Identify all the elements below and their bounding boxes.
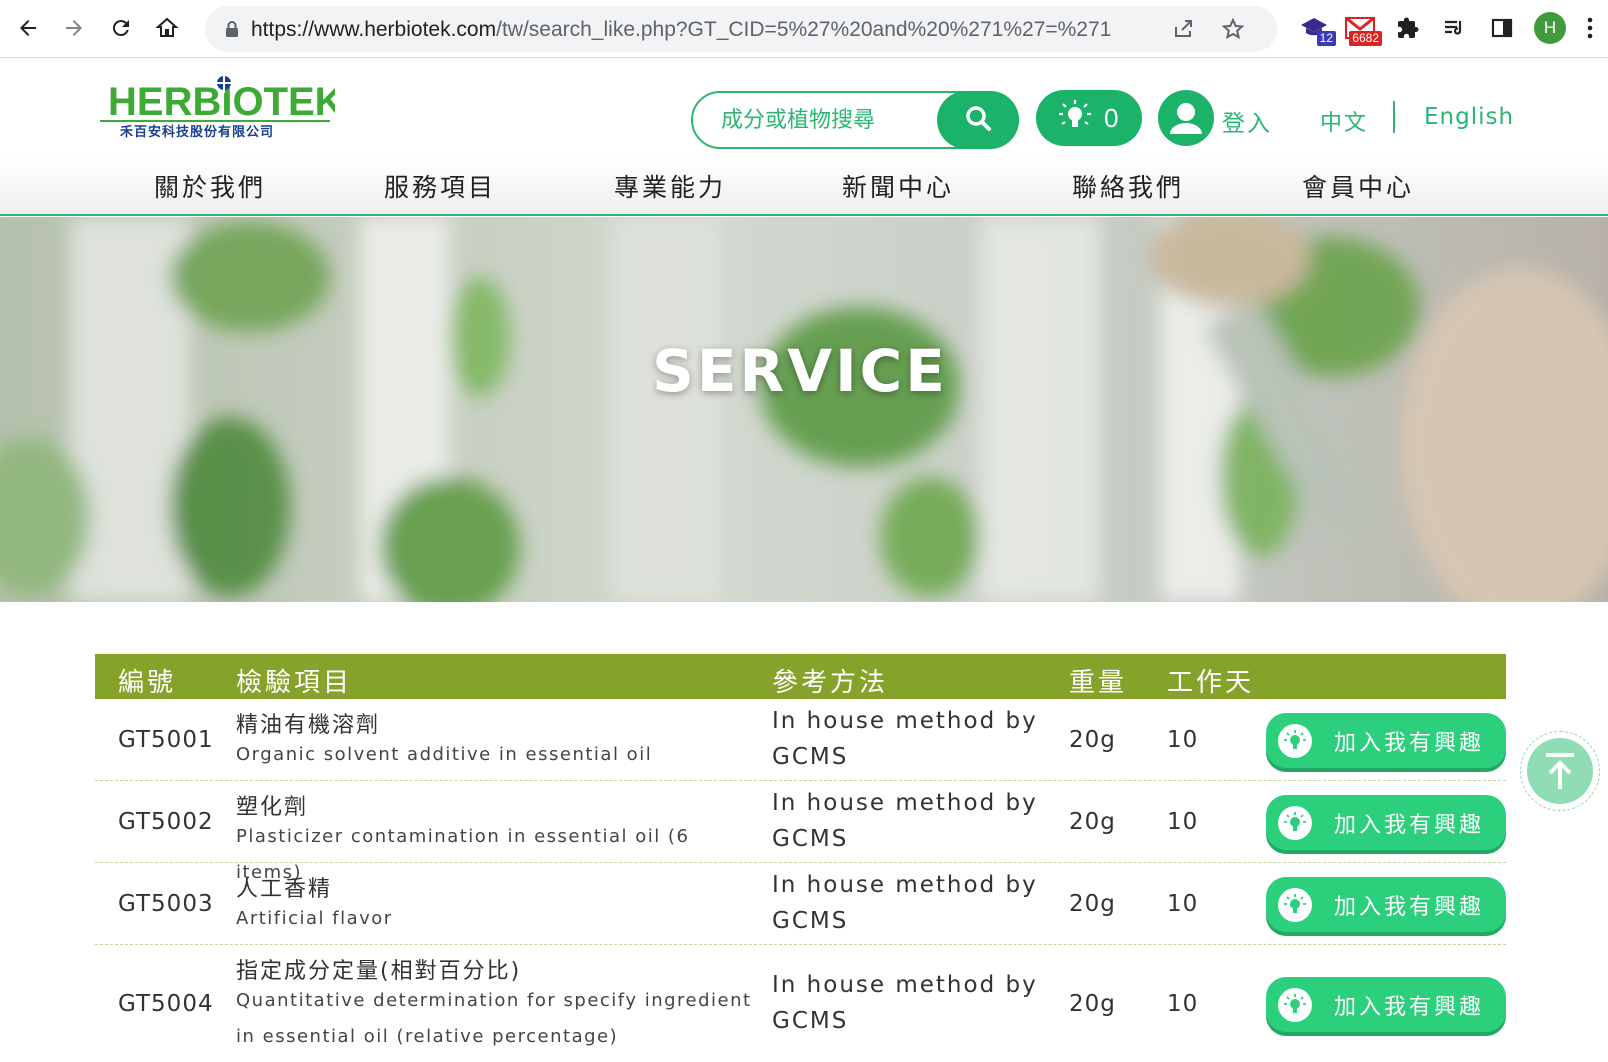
service-weight: 20g — [1069, 991, 1116, 1017]
service-name-zh: 塑化劑 — [236, 795, 309, 820]
service-name-en: Quantitative determination for specify i… — [236, 990, 752, 1047]
add-interest-button[interactable]: 加入我有興趣 — [1266, 977, 1506, 1032]
login-link[interactable]: 登入 — [1222, 104, 1272, 138]
lang-english-link[interactable]: English — [1424, 104, 1514, 130]
add-interest-label: 加入我有興趣 — [1334, 730, 1485, 756]
reload-icon[interactable] — [103, 10, 139, 46]
hero-title: SERVICE — [652, 337, 948, 405]
add-interest-label: 加入我有興趣 — [1334, 812, 1485, 838]
lightbulb-icon — [1278, 987, 1312, 1022]
service-code: GT5002 — [118, 809, 214, 835]
service-table: 編號 檢驗項目 參考方法 重量 工作天 GT5001 精油有機溶劑 Organi… — [95, 654, 1506, 1062]
nav-item-services[interactable]: 服務項目 — [384, 168, 496, 204]
nav-item-contact[interactable]: 聯絡我們 — [1072, 168, 1184, 204]
profile-avatar[interactable]: H — [1534, 12, 1566, 44]
interest-count: 0 — [1104, 102, 1119, 133]
search-icon — [964, 104, 992, 136]
table-row: GT5002 塑化劑 Plasticizer contamination in … — [95, 781, 1506, 883]
url-host: https://www.herbiotek.com — [251, 18, 497, 41]
table-row: GT5004 指定成分定量(相對百分比) Quantitative determ… — [95, 945, 1506, 1062]
reading-list-icon[interactable] — [1436, 10, 1472, 46]
service-workdays: 10 — [1167, 991, 1199, 1017]
nav-item-member[interactable]: 會員中心 — [1302, 168, 1414, 204]
service-weight: 20g — [1069, 891, 1116, 917]
lang-chinese-link[interactable]: 中文 — [1320, 105, 1368, 137]
forward-arrow-icon[interactable] — [56, 10, 92, 46]
service-weight: 20g — [1069, 809, 1116, 835]
star-icon[interactable] — [1221, 17, 1245, 45]
interest-list-button[interactable]: 0 — [1036, 90, 1142, 146]
browser-toolbar: https://www.herbiotek.com/tw/search_like… — [0, 0, 1608, 58]
hero-banner: SERVICE — [0, 217, 1608, 602]
nav-item-about[interactable]: 關於我們 — [154, 168, 266, 204]
lock-icon[interactable] — [225, 20, 239, 42]
add-interest-label: 加入我有興趣 — [1334, 994, 1485, 1020]
home-icon[interactable] — [149, 10, 185, 46]
search-button[interactable] — [937, 91, 1019, 149]
service-name-zh: 精油有機溶劑 — [236, 713, 381, 738]
lightbulb-icon — [1058, 99, 1092, 137]
extension-mail-icon[interactable]: 6682 — [1342, 10, 1382, 46]
lightbulb-icon — [1278, 887, 1312, 922]
site-header: HERBIOTEK 禾百安科技股份有限公司 0 登入 中文 English — [0, 59, 1608, 156]
language-divider — [1393, 101, 1395, 133]
column-header-weight: 重量 — [1069, 668, 1128, 698]
lightbulb-icon — [1278, 805, 1312, 840]
nav-item-expertise[interactable]: 專業能力 — [614, 168, 726, 204]
lightbulb-icon — [1278, 723, 1312, 758]
service-code: GT5001 — [118, 727, 214, 753]
column-header-item: 檢驗項目 — [236, 668, 353, 698]
service-workdays: 10 — [1167, 809, 1199, 835]
service-method: In house method by GCMS — [772, 872, 1038, 934]
extension-graduation-icon[interactable]: 12 — [1296, 10, 1336, 46]
column-header-method: 參考方法 — [772, 668, 889, 698]
column-header-days: 工作天 — [1167, 668, 1255, 698]
service-code: GT5003 — [118, 891, 214, 917]
nav-item-news[interactable]: 新聞中心 — [842, 168, 954, 204]
logo-company-name: 禾百安科技股份有限公司 — [120, 124, 274, 139]
url-text: https://www.herbiotek.com/tw/search_like… — [251, 18, 1111, 42]
address-bar[interactable]: https://www.herbiotek.com/tw/search_like… — [205, 6, 1277, 52]
service-method: In house method by GCMS — [772, 972, 1038, 1034]
add-interest-button[interactable]: 加入我有興趣 — [1266, 877, 1506, 932]
service-name-en: Artificial flavor — [236, 908, 393, 929]
service-method: In house method by GCMS — [772, 790, 1038, 852]
add-interest-button[interactable]: 加入我有興趣 — [1266, 795, 1506, 850]
service-workdays: 10 — [1167, 891, 1199, 917]
side-panel-icon[interactable] — [1484, 10, 1520, 46]
service-weight: 20g — [1069, 727, 1116, 753]
table-row: GT5003 人工香精 Artificial flavor In house m… — [95, 863, 1506, 945]
service-name-en: Organic solvent additive in essential oi… — [236, 744, 653, 765]
back-arrow-icon[interactable] — [10, 10, 46, 46]
table-header: 編號 檢驗項目 參考方法 重量 工作天 — [95, 654, 1506, 699]
table-row: GT5001 精油有機溶劑 Organic solvent additive i… — [95, 699, 1506, 781]
puzzle-icon[interactable] — [1390, 10, 1426, 46]
site-search — [691, 91, 1019, 149]
herbiotek-logo[interactable]: HERBIOTEK 禾百安科技股份有限公司 — [100, 67, 344, 140]
service-name-zh: 人工香精 — [236, 877, 333, 902]
user-icon[interactable] — [1158, 90, 1214, 146]
service-name-zh: 指定成分定量(相對百分比) — [236, 959, 522, 984]
service-workdays: 10 — [1167, 727, 1199, 753]
share-icon[interactable] — [1171, 17, 1195, 45]
back-to-top-button[interactable] — [1520, 731, 1600, 811]
search-input[interactable] — [721, 105, 931, 135]
extension-mail-count: 6682 — [1349, 31, 1382, 46]
extension-badge-count: 12 — [1316, 31, 1336, 46]
service-method: In house method by GCMS — [772, 708, 1038, 770]
service-code: GT5004 — [118, 991, 214, 1017]
main-navigation: 關於我們 服務項目 專業能力 新聞中心 聯絡我們 會員中心 — [0, 156, 1608, 216]
url-path: /tw/search_like.php?GT_CID=5%27%20and%20… — [496, 18, 1112, 41]
arrow-up-icon — [1527, 738, 1593, 804]
add-interest-label: 加入我有興趣 — [1334, 894, 1485, 920]
column-header-code: 編號 — [118, 668, 177, 698]
menu-dots-icon[interactable] — [1578, 10, 1602, 46]
hero-background-image — [0, 217, 1608, 602]
add-interest-button[interactable]: 加入我有興趣 — [1266, 713, 1506, 768]
